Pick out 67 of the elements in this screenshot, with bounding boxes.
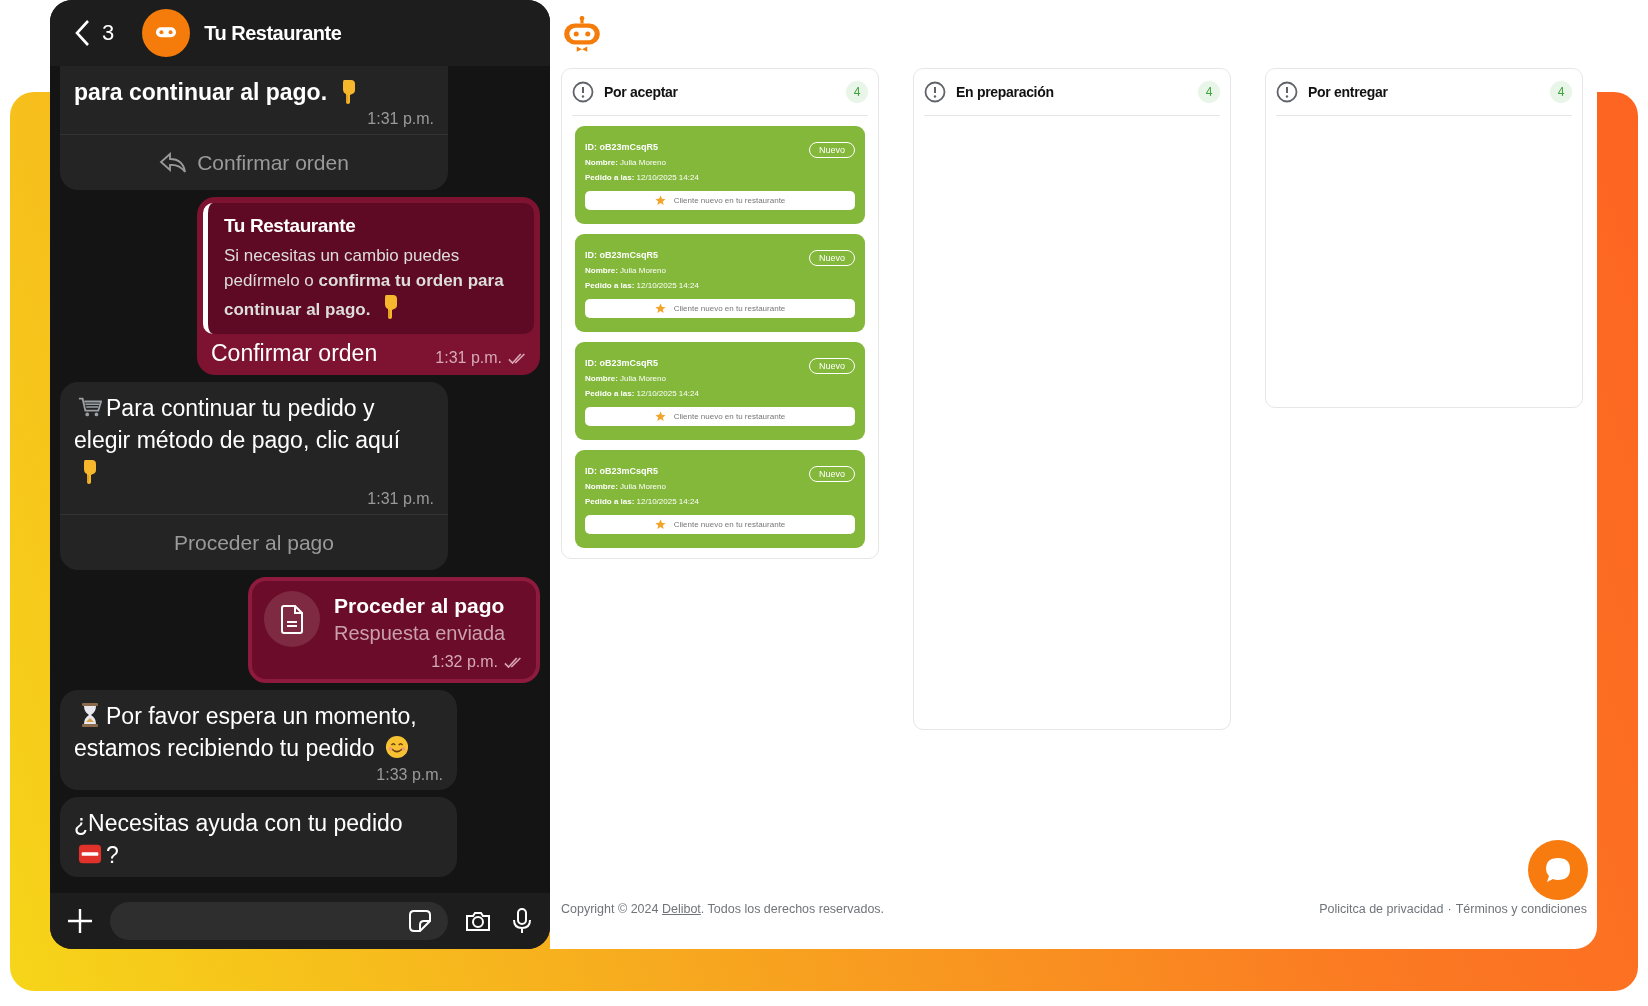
column-title: Por aceptar <box>604 84 679 100</box>
message-time: 1:31 p.m. <box>366 490 434 508</box>
note-text: Cliente nuevo en tu restaurante <box>673 520 786 529</box>
customer-name: Nombre: Julia Moreno <box>585 482 667 491</box>
chat-button[interactable] <box>1528 840 1588 900</box>
star-icon <box>654 411 666 422</box>
order-card[interactable]: ID: oB23mCsqR5 Nombre: Julia Moreno Pedido a las: 12/10/2025 14:24 Nuevo Cliente nuevo en tu restaurante <box>575 342 865 440</box>
quick-reply-button[interactable]: Proceder al pago <box>60 514 448 570</box>
copyright-text: Copyright © 2024 Delibot. Todos los derechos reservados. <box>561 902 885 916</box>
star-icon <box>654 195 666 206</box>
response-status: Respuesta enviada <box>334 621 506 645</box>
message-text: Para continuar tu pedido y elegir método de pago, clic aquí <box>74 392 434 488</box>
contact-name: Tu Restaurante <box>204 21 342 45</box>
brand-link[interactable]: Delibot <box>661 902 701 916</box>
order-id: ID: oB23mCsqR5 <box>585 250 659 260</box>
order-time: Pedido a las: 12/10/2025 14:24 <box>585 173 699 182</box>
chevron-left-icon <box>74 19 90 47</box>
message-input[interactable] <box>110 902 448 940</box>
reply-arrow-icon <box>159 150 188 175</box>
order-id: ID: oB23mCsqR5 <box>585 466 659 476</box>
order-time: Pedido a las: 12/10/2025 14:24 <box>585 281 699 290</box>
order-card[interactable]: ID: oB23mCsqR5 Nombre: Julia Moreno Pedido a las: 12/10/2025 14:24 Nuevo Cliente nuevo en tu restaurante <box>575 450 865 548</box>
footer-link[interactable]: Términos y condiciones <box>1455 902 1587 916</box>
message-text: Confirmar orden <box>211 340 378 367</box>
note-text: Cliente nuevo en tu restaurante <box>673 304 786 313</box>
count-badge: 4 <box>1198 81 1220 103</box>
document-icon <box>264 591 320 647</box>
message-time: 1:33 p.m. <box>375 766 443 784</box>
message-text: para continuar al pago. <box>74 76 434 108</box>
alert-icon <box>1276 81 1298 103</box>
customer-name: Nombre: Julia Moreno <box>585 158 667 167</box>
quick-reply-button[interactable]: Confirmar orden <box>60 134 448 190</box>
star-icon <box>654 519 666 530</box>
smiling-face-icon <box>384 734 409 760</box>
order-id: ID: oB23mCsqR5 <box>585 358 659 368</box>
quote-sender: Tu Restaurante <box>224 215 357 237</box>
sticker-icon[interactable] <box>406 907 434 935</box>
customer-name: Nombre: Julia Moreno <box>585 266 667 275</box>
message-text: Por favor espera un momento, estamos recibiendo tu pedido <box>74 701 418 763</box>
message-text: ¿Necesitas ayuda con tu pedido ? <box>74 809 404 870</box>
order-id: ID: oB23mCsqR5 <box>585 142 659 152</box>
back-button[interactable]: 3 <box>74 19 115 47</box>
order-card[interactable]: ID: oB23mCsqR5 Nombre: Julia Moreno Pedido a las: 12/10/2025 14:24 Nuevo Cliente nuevo en tu restaurante <box>575 234 865 332</box>
note-text: Cliente nuevo en tu restaurante <box>673 196 786 205</box>
response-title: Proceder al pago <box>334 593 506 618</box>
count-badge: 4 <box>846 81 868 103</box>
column-title: Por entregar <box>1308 84 1389 100</box>
robot-logo-icon <box>561 16 603 54</box>
plus-icon[interactable] <box>66 907 94 935</box>
message-time: 1:31 p.m. <box>366 110 434 128</box>
separator-text: · <box>1447 902 1452 916</box>
footer-link[interactable]: Policitca de privacidad <box>1319 902 1444 916</box>
column-title: En preparación <box>956 84 1055 100</box>
star-icon <box>654 303 666 314</box>
order-time: Pedido a las: 12/10/2025 14:24 <box>585 497 699 506</box>
note-text: Cliente nuevo en tu restaurante <box>673 412 786 421</box>
avatar[interactable] <box>142 9 191 57</box>
count-badge: 4 <box>1550 81 1572 103</box>
message-time: 1:31 p.m. <box>435 349 502 367</box>
alert-icon <box>924 81 946 103</box>
order-card[interactable]: ID: oB23mCsqR5 Nombre: Julia Moreno Pedido a las: 12/10/2025 14:24 Nuevo Cliente nuevo en tu restaurante <box>575 126 865 224</box>
customer-name: Nombre: Julia Moreno <box>585 374 667 383</box>
order-time: Pedido a las: 12/10/2025 14:24 <box>585 389 699 398</box>
alert-icon <box>572 81 594 103</box>
speech-bubble-icon <box>1543 855 1573 885</box>
message-time: 1:32 p.m. <box>431 653 498 671</box>
quote-text: Si necesitas un cambio puedes pedírmelo o confirma tu orden para continuar al pago. <box>224 245 505 321</box>
